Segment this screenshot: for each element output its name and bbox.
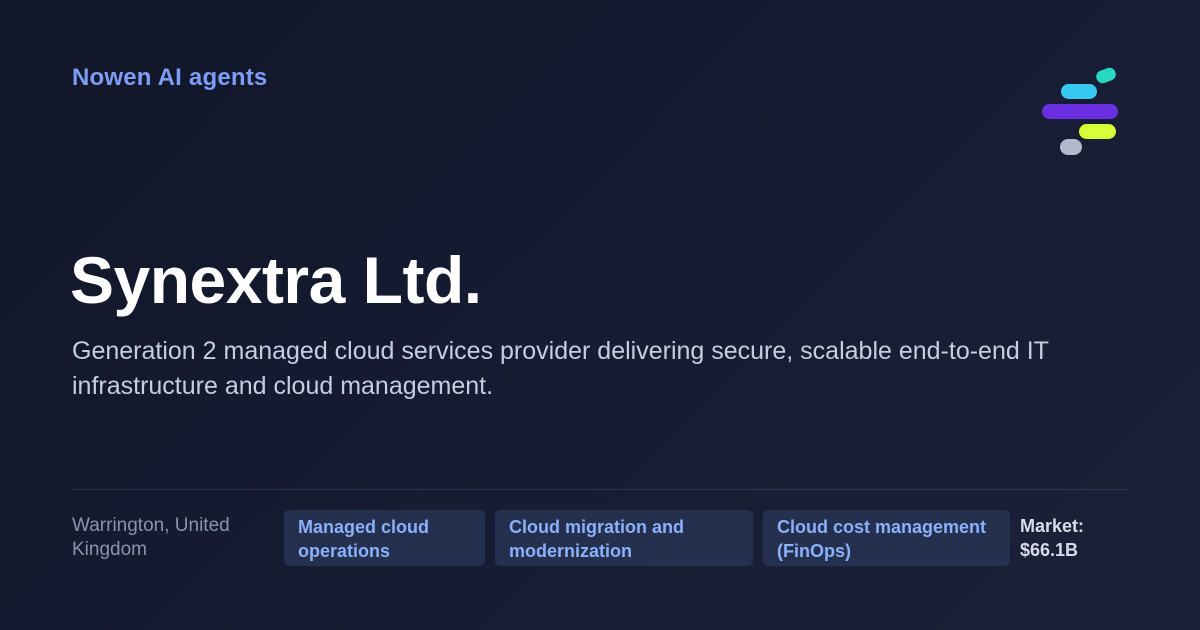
brand-name: Nowen AI agents [72, 64, 268, 91]
company-name: Synextra Ltd. [70, 243, 482, 317]
logo-bar-purple [1042, 104, 1118, 119]
tag-cloud-cost-management: Cloud cost management (FinOps) [763, 510, 1010, 566]
brand-logo-icon [1042, 67, 1118, 155]
logo-bar-grey [1060, 139, 1082, 155]
logo-bar-teal [1096, 67, 1116, 84]
market-value: $66.1B [1020, 540, 1079, 560]
market-label: Market: [1020, 516, 1085, 536]
location: Warrington, United Kingdom [72, 515, 230, 560]
logo-bar-lime [1079, 124, 1116, 139]
divider [72, 489, 1128, 490]
company-description: Generation 2 managed cloud services prov… [72, 337, 1049, 400]
logo-bar-cyan [1061, 84, 1097, 99]
tag-managed-cloud-operations: Managed cloud operations [284, 510, 485, 566]
tag-cloud-migration: Cloud migration and modernization [495, 510, 753, 566]
market-size: Market: $66.1B [1020, 514, 1084, 562]
